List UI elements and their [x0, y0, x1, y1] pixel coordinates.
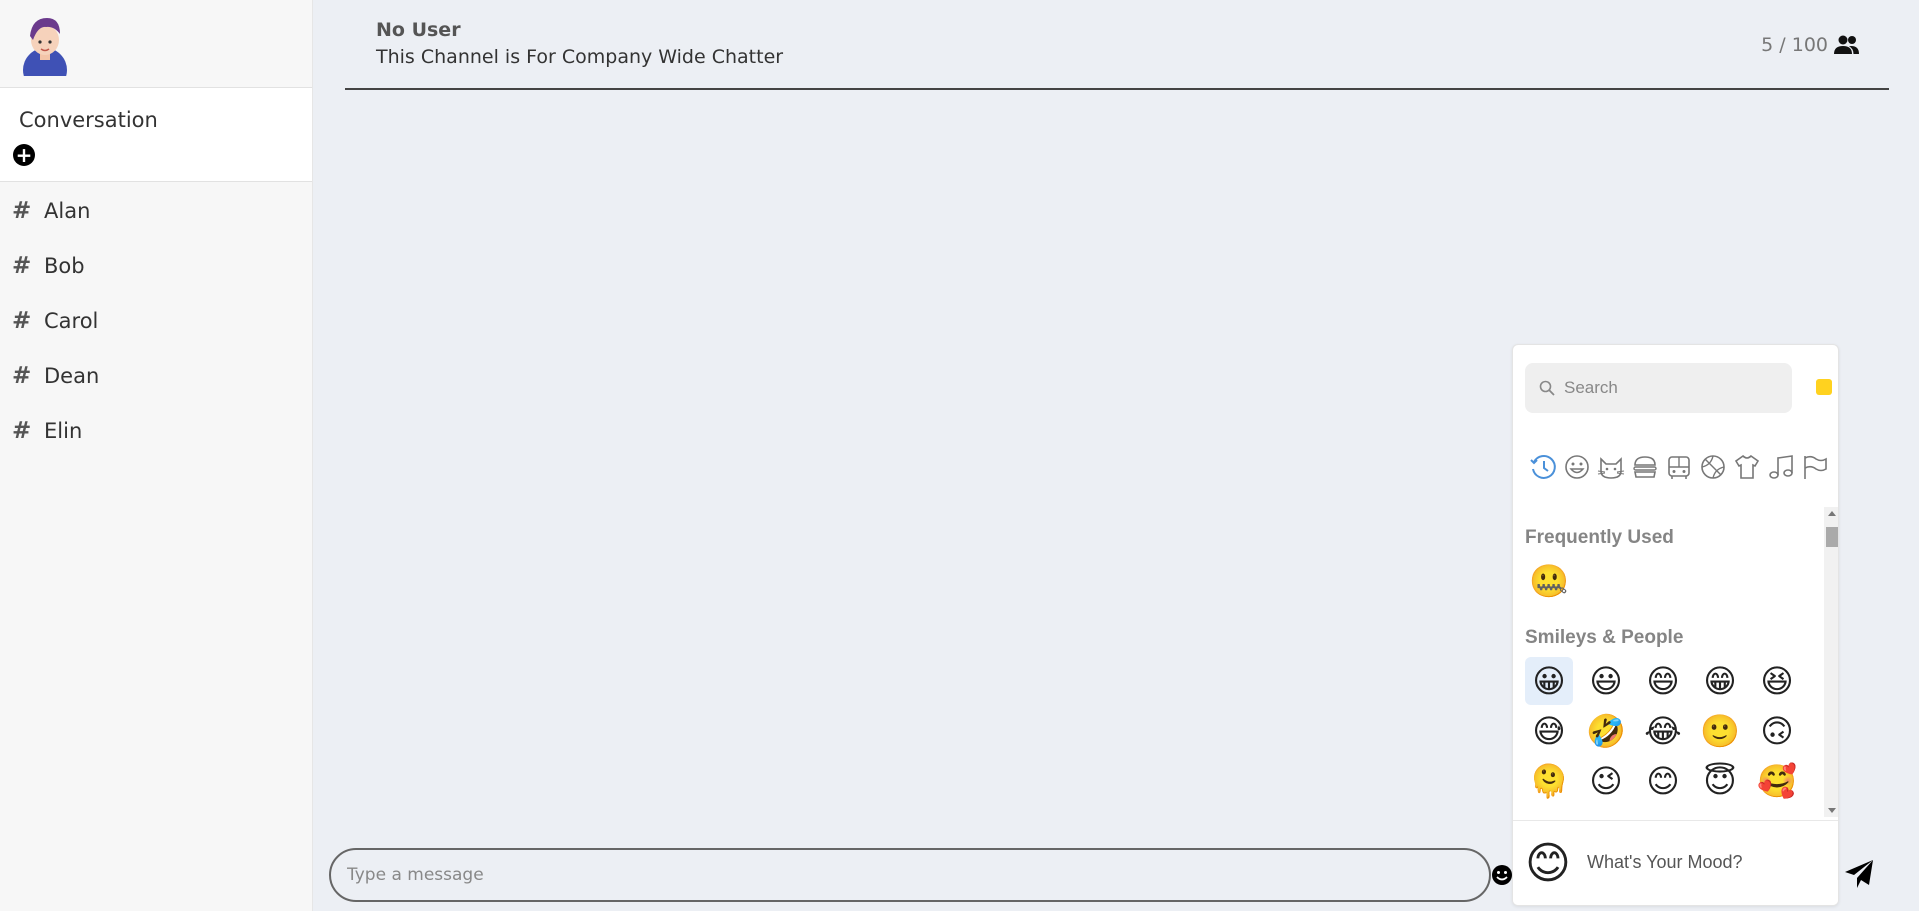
- mood-prompt: What's Your Mood?: [1587, 852, 1743, 872]
- smiley-icon[interactable]: [1491, 864, 1513, 886]
- sidebar-item-dean[interactable]: # Dean: [0, 348, 313, 403]
- sidebar-item-bob[interactable]: # Bob: [0, 238, 313, 293]
- emoji-list: Frequently Used 🤐 Smileys & People 😀 😃 😄…: [1513, 507, 1838, 817]
- emoji-item[interactable]: 🫠: [1525, 757, 1573, 805]
- conversation-section: Conversation: [0, 88, 312, 182]
- emoji-item[interactable]: 😅: [1525, 707, 1573, 755]
- emoji-item[interactable]: 😁: [1696, 657, 1744, 705]
- sidebar-item-carol[interactable]: # Carol: [0, 293, 313, 348]
- channel-list: # Alan # Bob # Carol # Dean # Elin: [0, 183, 313, 458]
- hash-icon: #: [12, 362, 32, 389]
- emoji-scrollbar[interactable]: [1824, 507, 1838, 817]
- hash-icon: #: [12, 307, 32, 334]
- emoji-item[interactable]: 🙃: [1753, 707, 1801, 755]
- emoji-item[interactable]: 😉: [1582, 757, 1630, 805]
- hash-icon: #: [12, 417, 32, 444]
- frequently-used-title: Frequently Used: [1525, 527, 1674, 548]
- emoji-zipper-mouth[interactable]: 🤐: [1525, 557, 1573, 605]
- emoji-item[interactable]: 😀: [1525, 657, 1573, 705]
- animals-icon[interactable]: [1597, 453, 1625, 481]
- header-user: No User: [376, 19, 461, 41]
- hash-icon: #: [12, 252, 32, 279]
- objects-icon[interactable]: [1733, 453, 1761, 481]
- emoji-item[interactable]: 😂: [1639, 707, 1687, 755]
- skin-tone-button[interactable]: [1816, 379, 1832, 395]
- sidebar-item-elin[interactable]: # Elin: [0, 403, 313, 458]
- travel-icon[interactable]: [1665, 453, 1693, 481]
- smileys-icon[interactable]: [1563, 453, 1591, 481]
- emoji-item[interactable]: 😃: [1582, 657, 1630, 705]
- sidebar-item-alan[interactable]: # Alan: [0, 183, 313, 238]
- channel-label: Dean: [44, 363, 100, 388]
- channel-label: Bob: [44, 253, 85, 278]
- emoji-item[interactable]: 😇: [1696, 757, 1744, 805]
- send-icon[interactable]: [1843, 858, 1875, 890]
- member-count: 5 / 100: [1761, 34, 1860, 56]
- scroll-down-arrow-icon[interactable]: [1828, 808, 1836, 813]
- message-input[interactable]: [329, 848, 1491, 902]
- member-count-label: 5 / 100: [1761, 34, 1828, 56]
- emoji-category-bar: [1529, 453, 1829, 481]
- emoji-preview: 😊 What's Your Mood?: [1513, 820, 1838, 905]
- sidebar-header: [0, 0, 312, 88]
- emoji-item[interactable]: 🙂: [1696, 707, 1744, 755]
- emoji-item[interactable]: 😆: [1753, 657, 1801, 705]
- emoji-item[interactable]: 🥰: [1753, 757, 1801, 805]
- emoji-item[interactable]: 😊: [1639, 757, 1687, 805]
- emoji-search-input[interactable]: [1525, 363, 1792, 413]
- channel-description: This Channel is For Company Wide Chatter: [376, 46, 784, 68]
- conversation-title: Conversation: [19, 108, 158, 132]
- user-avatar[interactable]: [20, 12, 70, 76]
- channel-header: No User This Channel is For Company Wide…: [345, 0, 1889, 90]
- activities-icon[interactable]: [1699, 453, 1727, 481]
- scroll-up-arrow-icon[interactable]: [1828, 511, 1836, 516]
- mood-emoji: 😊: [1525, 838, 1571, 889]
- food-icon[interactable]: [1631, 453, 1659, 481]
- smileys-title: Smileys & People: [1525, 627, 1684, 648]
- channel-label: Alan: [44, 198, 91, 223]
- emoji-item[interactable]: 🤣: [1582, 707, 1630, 755]
- add-conversation-button[interactable]: +: [13, 144, 35, 166]
- recent-icon[interactable]: [1529, 453, 1557, 481]
- flags-icon[interactable]: [1801, 453, 1829, 481]
- channel-label: Carol: [44, 308, 99, 333]
- search-icon: [1539, 380, 1555, 396]
- scroll-thumb[interactable]: [1826, 527, 1838, 547]
- symbols-icon[interactable]: [1767, 453, 1795, 481]
- emoji-item[interactable]: 😄: [1639, 657, 1687, 705]
- sidebar: Conversation + # Alan # Bob # Carol # De…: [0, 0, 313, 911]
- hash-icon: #: [12, 197, 32, 224]
- users-icon: [1834, 35, 1859, 54]
- channel-label: Elin: [44, 418, 83, 443]
- emoji-picker: Frequently Used 🤐 Smileys & People 😀 😃 😄…: [1512, 344, 1839, 906]
